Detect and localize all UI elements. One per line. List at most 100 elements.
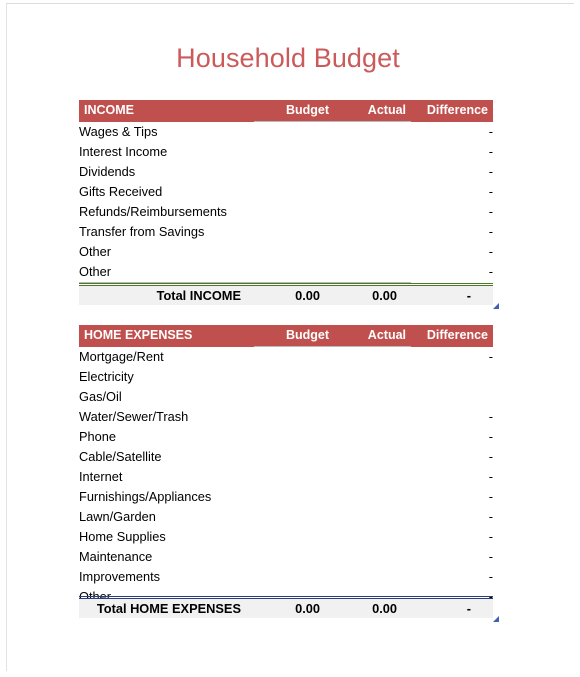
income-row-difference: -	[411, 182, 493, 202]
table-row: Home Supplies -	[79, 527, 493, 547]
home-expenses-row-actual-input[interactable]	[334, 487, 411, 507]
home-expenses-table-body: Mortgage/Rent - Electricity Gas/Oil Water/Se…	[79, 346, 493, 608]
table-row: Furnishings/Appliances -	[79, 487, 493, 507]
home-expenses-row-label: Furnishings/Appliances	[79, 487, 254, 507]
income-row-label: Interest Income	[79, 142, 254, 162]
home-expenses-total-difference: -	[411, 596, 499, 622]
income-row-actual-input[interactable]	[334, 142, 411, 162]
home-expenses-total-row: Total HOME EXPENSES 0.00 0.00 -	[79, 596, 499, 622]
income-row-difference: -	[411, 162, 493, 182]
home-expenses-row-budget-input[interactable]	[254, 467, 334, 487]
home-expenses-row-difference: -	[411, 547, 493, 567]
table-row: Refunds/Reimbursements -	[79, 202, 493, 222]
home-expenses-row-label: Electricity	[79, 367, 254, 387]
income-row-budget-input[interactable]	[254, 202, 334, 222]
table-row: Improvements -	[79, 567, 493, 587]
home-expenses-row-actual-input[interactable]	[334, 467, 411, 487]
income-table: INCOME Budget Actual Difference Wages & …	[79, 100, 493, 283]
income-row-difference: -	[411, 121, 493, 142]
income-row-actual-input[interactable]	[334, 222, 411, 242]
home-expenses-row-actual-input[interactable]	[334, 367, 411, 387]
income-row-actual-input[interactable]	[334, 162, 411, 182]
income-row-difference: -	[411, 262, 493, 283]
income-header-difference: Difference	[411, 100, 493, 122]
home-expenses-row-budget-input[interactable]	[254, 547, 334, 567]
home-expenses-header-budget: Budget	[254, 325, 334, 347]
table-row: Wages & Tips -	[79, 121, 493, 142]
home-expenses-row-difference: -	[411, 346, 493, 367]
income-row-actual-input[interactable]	[334, 202, 411, 222]
home-expenses-row-budget-input[interactable]	[254, 527, 334, 547]
income-row-budget-input[interactable]	[254, 142, 334, 162]
income-row-difference: -	[411, 242, 493, 262]
home-expenses-row-difference: -	[411, 527, 493, 547]
home-expenses-row-budget-input[interactable]	[254, 567, 334, 587]
income-total-actual: 0.00	[334, 283, 411, 305]
table-row: Cable/Satellite -	[79, 447, 493, 467]
income-row-budget-input[interactable]	[254, 162, 334, 182]
resize-corner-marker-icon[interactable]	[493, 303, 499, 309]
home-expenses-header-difference: Difference	[411, 325, 493, 347]
income-row-actual-input[interactable]	[334, 121, 411, 142]
income-row-label: Other	[79, 242, 254, 262]
income-row-actual-input[interactable]	[334, 182, 411, 202]
table-row: Interest Income -	[79, 142, 493, 162]
home-expenses-row-label: Maintenance	[79, 547, 254, 567]
home-expenses-row-budget-input[interactable]	[254, 427, 334, 447]
income-row-budget-input[interactable]	[254, 262, 334, 283]
home-expenses-row-difference: -	[411, 487, 493, 507]
home-expenses-row-budget-input[interactable]	[254, 447, 334, 467]
income-row-actual-input[interactable]	[334, 242, 411, 262]
table-row: Transfer from Savings -	[79, 222, 493, 242]
income-table-header-row: INCOME Budget Actual Difference	[79, 100, 493, 122]
home-expenses-row-budget-input[interactable]	[254, 387, 334, 407]
home-expenses-row-budget-input[interactable]	[254, 346, 334, 367]
home-expenses-row-budget-input[interactable]	[254, 367, 334, 387]
income-row-label: Gifts Received	[79, 182, 254, 202]
home-expenses-row-actual-input[interactable]	[334, 547, 411, 567]
home-expenses-row-difference: -	[411, 447, 493, 467]
home-expenses-row-budget-input[interactable]	[254, 487, 334, 507]
home-expenses-header-category: HOME EXPENSES	[79, 325, 254, 347]
home-expenses-total-actual: 0.00	[334, 596, 411, 618]
income-row-label: Other	[79, 262, 254, 283]
home-expenses-row-actual-input[interactable]	[334, 527, 411, 547]
home-expenses-row-difference: -	[411, 507, 493, 527]
table-row: Maintenance -	[79, 547, 493, 567]
table-row: Dividends -	[79, 162, 493, 182]
table-row: Gas/Oil	[79, 387, 493, 407]
income-total-difference-value: -	[466, 288, 471, 303]
home-expenses-row-actual-input[interactable]	[334, 567, 411, 587]
resize-corner-marker-icon[interactable]	[493, 616, 499, 622]
income-row-budget-input[interactable]	[254, 121, 334, 142]
income-row-budget-input[interactable]	[254, 222, 334, 242]
home-expenses-row-label: Improvements	[79, 567, 254, 587]
income-total-row: Total INCOME 0.00 0.00 -	[79, 283, 499, 309]
table-row: Internet -	[79, 467, 493, 487]
home-expenses-table-header-row: HOME EXPENSES Budget Actual Difference	[79, 325, 493, 347]
income-row-actual-input[interactable]	[334, 262, 411, 283]
table-row: Electricity	[79, 367, 493, 387]
home-expenses-row-difference	[411, 387, 493, 407]
home-expenses-row-actual-input[interactable]	[334, 407, 411, 427]
income-row-budget-input[interactable]	[254, 182, 334, 202]
income-row-budget-input[interactable]	[254, 242, 334, 262]
home-expenses-row-actual-input[interactable]	[334, 346, 411, 367]
income-total-difference: -	[411, 283, 499, 309]
home-expenses-row-actual-input[interactable]	[334, 387, 411, 407]
income-total-budget: 0.00	[254, 283, 334, 305]
home-expenses-row-label: Home Supplies	[79, 527, 254, 547]
budget-worksheet-page: Household Budget INCOME Budget Actual Di…	[6, 3, 574, 671]
table-row: Gifts Received -	[79, 182, 493, 202]
home-expenses-row-budget-input[interactable]	[254, 507, 334, 527]
income-header-actual: Actual	[334, 100, 411, 122]
home-expenses-row-actual-input[interactable]	[334, 507, 411, 527]
income-total-label: Total INCOME	[79, 283, 254, 305]
home-expenses-row-budget-input[interactable]	[254, 407, 334, 427]
table-row: Phone -	[79, 427, 493, 447]
home-expenses-row-label: Gas/Oil	[79, 387, 254, 407]
home-expenses-row-actual-input[interactable]	[334, 427, 411, 447]
home-expenses-row-actual-input[interactable]	[334, 447, 411, 467]
home-expenses-row-label: Lawn/Garden	[79, 507, 254, 527]
home-expenses-row-difference	[411, 367, 493, 387]
